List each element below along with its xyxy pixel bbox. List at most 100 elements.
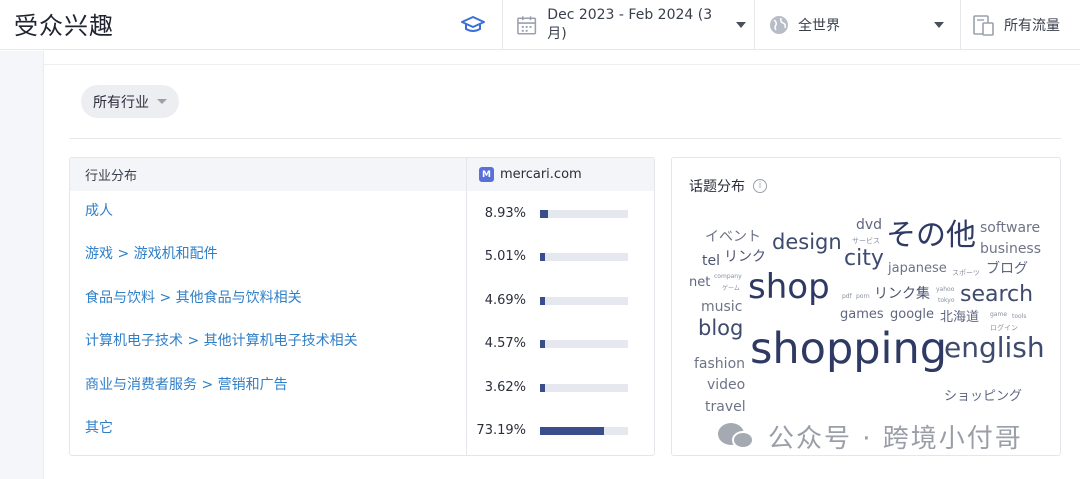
share-bar-fill <box>540 253 546 261</box>
table-row: 其它 73.19% <box>70 409 654 452</box>
column-header-industry: 行业分布 <box>85 169 138 184</box>
header-divider <box>754 0 755 50</box>
word-cloud-term: スポーツ <box>952 269 980 277</box>
table-row: 游戏 > 游戏机和配件 5.01% <box>70 235 654 278</box>
industry-link[interactable]: 计算机电子技术 > 其他计算机电子技术相关 <box>85 330 358 350</box>
chevron-down-icon <box>934 22 944 28</box>
word-cloud-term: game <box>990 311 1008 318</box>
share-bar-fill <box>540 384 546 392</box>
word-cloud-term: blog <box>698 316 744 340</box>
word-cloud-term: dvd <box>856 217 883 233</box>
table-row: 商业与消费者服务 > 营销和广告 3.62% <box>70 366 654 409</box>
share-bar-fill <box>540 340 546 348</box>
date-range-label: Dec 2023 - Feb 2024 (3 月) <box>547 7 713 42</box>
chevron-down-icon <box>736 22 746 28</box>
divider <box>69 138 1061 139</box>
region-label: 全世界 <box>798 18 840 34</box>
wechat-icon <box>718 421 756 451</box>
favicon-letter: M <box>482 169 491 180</box>
share-bar <box>540 297 628 305</box>
left-sidebar-strip <box>0 51 44 479</box>
share-bar <box>540 384 628 392</box>
industry-link[interactable]: 商业与消费者服务 > 营销和广告 <box>85 374 288 394</box>
word-cloud-term: リンク集 <box>874 286 930 302</box>
word-cloud-term: net <box>689 275 711 290</box>
word-cloud-term: software <box>980 220 1041 236</box>
industry-filter-dropdown[interactable]: 所有行业 <box>81 85 179 118</box>
industry-link[interactable]: 游戏 > 游戏机和配件 <box>85 243 218 263</box>
word-cloud-term: 北海道 <box>940 310 980 325</box>
share-percent: 4.57% <box>484 336 526 351</box>
share-percent: 73.19% <box>476 423 526 438</box>
share-percent: 4.69% <box>484 293 526 308</box>
word-cloud-term: shopping <box>750 324 948 374</box>
industry-link[interactable]: 成人 <box>85 200 113 220</box>
calendar-icon <box>517 16 537 35</box>
share-percent: 3.62% <box>484 380 526 395</box>
share-percent: 8.93% <box>484 206 526 221</box>
share-bar-fill <box>540 297 546 305</box>
word-cloud-term: search <box>960 282 1034 307</box>
share-bar <box>540 253 628 261</box>
topic-title-text: 话题分布 <box>689 179 745 195</box>
word-cloud-term: city <box>844 246 884 271</box>
word-cloud-term: tokyo <box>938 297 955 304</box>
chevron-down-icon <box>157 99 167 104</box>
word-cloud-term: video <box>707 377 746 393</box>
page-title: 受众兴趣 <box>14 12 114 40</box>
info-icon[interactable]: i <box>753 179 767 193</box>
table-row: 计算机电子技术 > 其他计算机电子技术相关 4.57% <box>70 322 654 365</box>
word-cloud-term: games <box>840 307 884 322</box>
word-cloud-term: google <box>890 307 935 322</box>
word-cloud-term: music <box>701 299 743 315</box>
globe-icon <box>770 16 788 34</box>
word-cloud-term: porn <box>856 293 870 300</box>
table-row: 食品与饮料 > 其他食品与饮料相关 4.69% <box>70 279 654 322</box>
topic-distribution-card: 话题分布 i イベント design dvd サービス その他 software… <box>671 157 1061 456</box>
word-cloud-term: travel <box>705 399 746 415</box>
header-divider <box>960 0 961 50</box>
word-cloud-term: company <box>714 273 742 280</box>
word-cloud-term: その他 <box>886 218 976 253</box>
header: 受众兴趣 Dec 2023 - Feb 2024 (3 月) 全世界 所有流量 <box>0 0 1080 50</box>
region-dropdown[interactable]: 全世界 <box>768 0 948 50</box>
word-cloud-term: japanese <box>888 261 947 276</box>
graduation-cap-icon <box>461 16 485 32</box>
word-cloud-term: リンク <box>724 249 766 265</box>
column-header-site: M mercari.com <box>479 158 582 191</box>
share-bar-fill <box>540 210 548 218</box>
mercari-favicon-icon: M <box>479 167 494 182</box>
header-divider <box>502 0 503 50</box>
word-cloud-term: tools <box>1012 313 1027 320</box>
site-name: mercari.com <box>500 167 582 182</box>
word-cloud-term: pdf <box>842 293 852 300</box>
word-cloud-term: ブログ <box>986 261 1028 277</box>
share-bar <box>540 427 628 435</box>
share-bar <box>540 340 628 348</box>
industry-link[interactable]: 食品与饮料 > 其他食品与饮料相关 <box>85 287 302 307</box>
industry-filter-label: 所有行业 <box>93 94 149 111</box>
table-header: 行业分布 M mercari.com <box>70 158 654 191</box>
word-cloud-term: tel <box>702 253 720 269</box>
word-cloud-term: english <box>944 331 1045 364</box>
share-percent: 5.01% <box>484 249 526 264</box>
wechat-watermark: 公众号 · 跨境小付哥 <box>712 418 1029 454</box>
table-row: 成人 8.93% <box>70 192 654 235</box>
word-cloud-term: ゲーム <box>722 285 740 292</box>
share-bar-fill <box>540 427 605 435</box>
topic-card-title: 话题分布 i <box>689 176 767 196</box>
traffic-type-dropdown[interactable]: 所有流量 <box>972 0 1080 50</box>
industry-distribution-table: 行业分布 M mercari.com 成人 8.93% 游戏 > 游戏机和配件 … <box>69 157 655 456</box>
word-cloud-term: shop <box>748 267 830 307</box>
word-cloud-term: サービス <box>852 237 880 245</box>
word-cloud-term: business <box>980 241 1042 257</box>
word-cloud-term: イベント <box>705 229 761 245</box>
word-cloud-term: fashion <box>694 356 746 372</box>
word-cloud-term: yahoo <box>936 286 955 293</box>
word-cloud-term: ショッピング <box>944 389 1023 404</box>
divider <box>44 64 1080 65</box>
industry-link[interactable]: 其它 <box>85 417 113 437</box>
device-icon <box>973 15 994 36</box>
date-range-dropdown[interactable]: Dec 2023 - Feb 2024 (3 月) <box>516 0 746 50</box>
education-cap-button[interactable] <box>458 0 488 50</box>
